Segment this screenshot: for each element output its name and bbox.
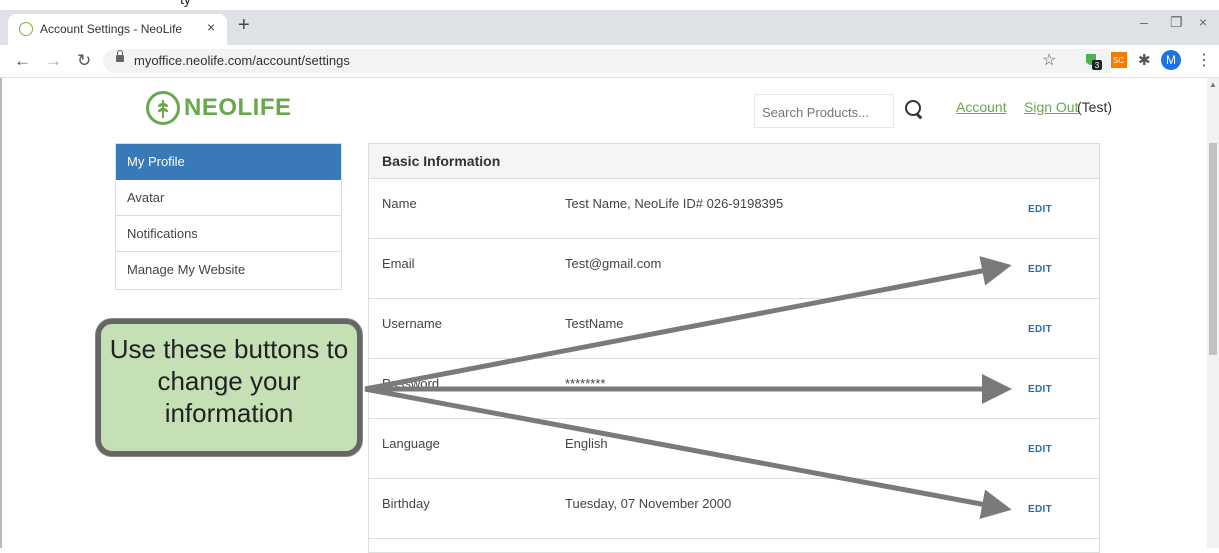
info-row-username: Username TestName EDIT (369, 299, 1099, 359)
extension-sc-label: SC (1113, 56, 1125, 65)
basic-information-panel: Basic Information Name Test Name, NeoLif… (368, 143, 1100, 553)
edit-name-button[interactable]: EDIT (1028, 204, 1052, 215)
reload-icon[interactable]: ↻ (77, 51, 91, 71)
new-tab-button[interactable]: + (238, 15, 250, 35)
panel-header: Basic Information (369, 144, 1099, 179)
search-icon[interactable] (905, 100, 921, 116)
close-window-icon[interactable]: × (1199, 14, 1207, 30)
restore-icon[interactable]: ❐ (1170, 14, 1183, 31)
row-value: TestName (565, 316, 624, 331)
window-left-edge (0, 78, 2, 548)
edit-language-button[interactable]: EDIT (1028, 444, 1052, 455)
sidebar-item-avatar[interactable]: Avatar (116, 180, 341, 216)
row-label: Username (382, 316, 442, 331)
lock-icon (116, 50, 124, 62)
tab-close-icon[interactable]: × (207, 19, 215, 35)
info-row-email: Email Test@gmail.com EDIT (369, 239, 1099, 299)
search-box[interactable] (754, 94, 894, 128)
instruction-callout: Use these buttons to change your informa… (96, 319, 362, 456)
scroll-up-icon[interactable]: ▲ (1209, 80, 1217, 89)
account-link[interactable]: Account (956, 99, 1007, 115)
row-label: Name (382, 196, 417, 211)
sidebar-item-manage-website[interactable]: Manage My Website (116, 252, 341, 288)
extension-sc-icon[interactable]: SC (1111, 52, 1127, 68)
extensions-puzzle-icon[interactable]: ✱ (1138, 51, 1151, 69)
sidebar-item-my-profile[interactable]: My Profile (116, 144, 341, 180)
tab-title: Account Settings - NeoLife (40, 22, 183, 36)
bookmark-star-icon[interactable]: ☆ (1042, 50, 1056, 70)
search-input[interactable] (760, 96, 894, 128)
info-row-name: Name Test Name, NeoLife ID# 026-9198395 … (369, 179, 1099, 239)
row-label: Language (382, 436, 440, 451)
panel-title: Basic Information (382, 153, 501, 169)
row-value: Test Name, NeoLife ID# 026-9198395 (565, 196, 784, 211)
scrollbar-thumb[interactable] (1209, 143, 1217, 355)
row-value: Test@gmail.com (565, 256, 662, 271)
minimize-icon[interactable]: – (1140, 14, 1148, 30)
browser-toolbar: ← → ↻ myoffice.neolife.com/account/setti… (0, 45, 1219, 78)
profile-sidebar: My Profile Avatar Notifications Manage M… (115, 143, 342, 290)
edit-username-button[interactable]: EDIT (1028, 324, 1052, 335)
info-row-language: Language English EDIT (369, 419, 1099, 479)
neolife-logo-icon[interactable] (146, 91, 180, 125)
extension-badge: 3 (1095, 61, 1100, 70)
row-value: Tuesday, 07 November 2000 (565, 496, 732, 511)
extension-shield-icon[interactable]: 3 (1083, 51, 1102, 70)
address-bar[interactable]: myoffice.neolife.com/account/settings (103, 49, 1118, 73)
row-label: Birthday (382, 496, 430, 511)
more-menu-icon[interactable]: ⋮ (1196, 50, 1212, 70)
neolife-favicon-icon (19, 22, 33, 36)
row-label: Password (382, 376, 440, 391)
sidebar-item-notifications[interactable]: Notifications (116, 216, 341, 252)
row-value: ******** (565, 376, 606, 391)
top-caption: ty (180, 0, 191, 7)
info-row-password: Password ******** EDIT (369, 359, 1099, 419)
edit-password-button[interactable]: EDIT (1028, 384, 1052, 395)
profile-avatar[interactable]: M (1161, 50, 1181, 70)
browser-tab[interactable]: Account Settings - NeoLife × (8, 14, 227, 45)
info-row-birthday: Birthday Tuesday, 07 November 2000 EDIT (369, 479, 1099, 539)
url-text: myoffice.neolife.com/account/settings (134, 53, 350, 68)
forward-icon[interactable]: → (45, 51, 62, 71)
back-icon[interactable]: ← (14, 51, 31, 71)
user-name: (Test) (1077, 99, 1112, 115)
edit-email-button[interactable]: EDIT (1028, 264, 1052, 275)
logo-wordmark[interactable]: NEOLIFE (184, 94, 292, 122)
row-label: Email (382, 256, 415, 271)
row-value: English (565, 436, 608, 451)
edit-birthday-button[interactable]: EDIT (1028, 504, 1052, 515)
sign-out-link[interactable]: Sign Out (1024, 99, 1078, 115)
callout-text: Use these buttons to change your informa… (109, 334, 349, 428)
